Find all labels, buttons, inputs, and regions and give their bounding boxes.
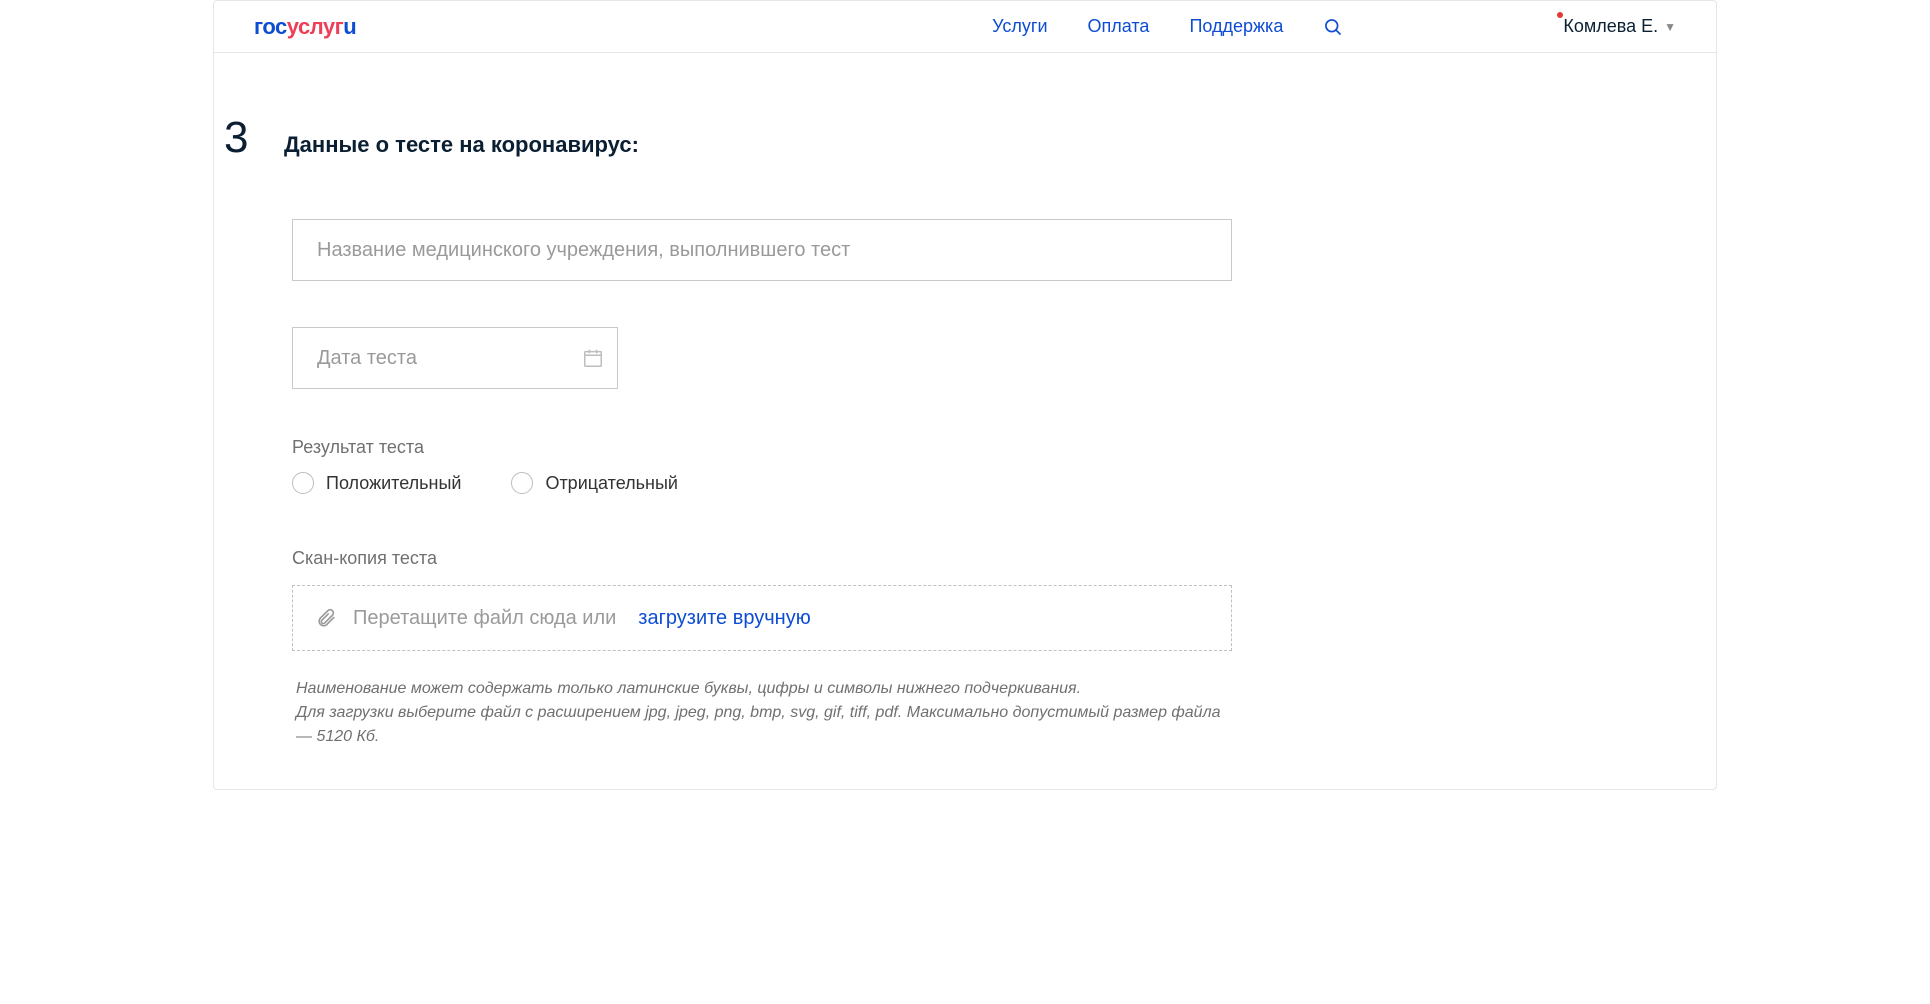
header: госуслугu Услуги Оплата Поддержка Комлев… (214, 1, 1716, 53)
hint-line-2: Для загрузки выберите файл с расширением… (296, 701, 1232, 749)
content: 3 Данные о тесте на коронавирус: Резуль (214, 53, 1716, 789)
radio-positive[interactable]: Положительный (292, 472, 461, 494)
step-title: Данные о тесте на коронавирус: (284, 132, 639, 158)
test-date-input[interactable] (317, 347, 582, 370)
result-radio-group: Положительный Отрицательный (292, 472, 1232, 494)
result-label: Результат теста (292, 437, 1232, 458)
radio-negative-label: Отрицательный (545, 473, 678, 494)
upload-hint: Наименование может содержать только лати… (292, 677, 1232, 749)
user-name: Комлева Е. (1563, 16, 1658, 37)
step-header: 3 Данные о тесте на коронавирус: (224, 113, 1656, 163)
radio-negative[interactable]: Отрицательный (511, 472, 678, 494)
logo-part3: u (343, 14, 356, 40)
calendar-icon[interactable] (582, 347, 604, 369)
institution-input[interactable] (292, 219, 1232, 281)
logo-part2: услуг (287, 14, 344, 40)
nav-services[interactable]: Услуги (992, 16, 1047, 37)
step-number: 3 (224, 113, 284, 163)
form: Результат теста Положительный Отрицатель… (292, 219, 1232, 749)
search-icon[interactable] (1323, 17, 1343, 37)
radio-icon (511, 472, 533, 494)
hint-line-1: Наименование может содержать только лати… (296, 677, 1232, 701)
chevron-down-icon: ▼ (1664, 20, 1676, 34)
logo[interactable]: госуслугu (254, 14, 356, 40)
nav-payment[interactable]: Оплата (1088, 16, 1150, 37)
scan-label: Скан-копия теста (292, 548, 1232, 569)
upload-link[interactable]: загрузите вручную (638, 607, 810, 630)
nav-support[interactable]: Поддержка (1189, 16, 1283, 37)
paperclip-icon (315, 607, 337, 629)
dropzone-text: Перетащите файл сюда или (353, 607, 616, 630)
file-dropzone[interactable]: Перетащите файл сюда или загрузите вручн… (292, 585, 1232, 651)
logo-part1: гос (254, 14, 287, 40)
top-nav: Услуги Оплата Поддержка (992, 16, 1343, 37)
app-window: госуслугu Услуги Оплата Поддержка Комлев… (213, 0, 1717, 790)
test-date-field[interactable] (292, 327, 618, 389)
radio-positive-label: Положительный (326, 473, 461, 494)
radio-icon (292, 472, 314, 494)
user-menu[interactable]: Комлева Е. ▼ (1563, 16, 1676, 37)
